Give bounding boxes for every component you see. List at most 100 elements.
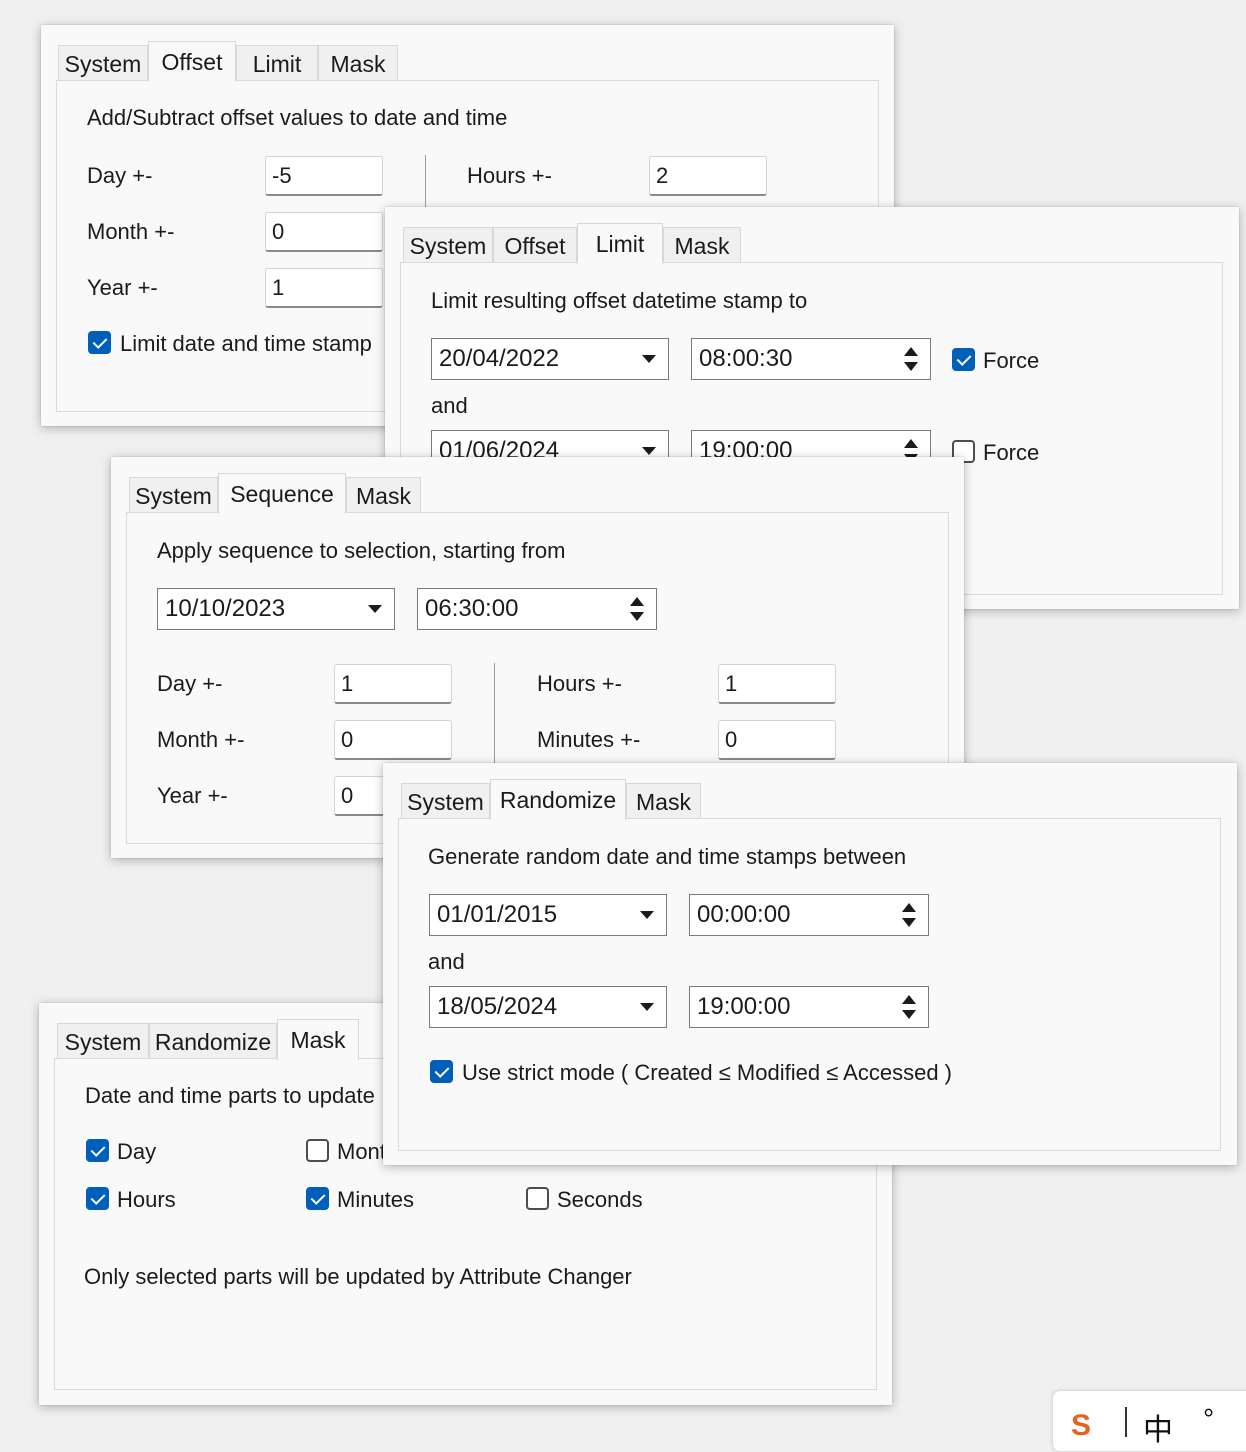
minutes-checkbox-label: Minutes [337, 1187, 415, 1212]
mask-tabbar: System Randomize Mask [57, 1019, 377, 1060]
limit-checkbox[interactable] [88, 331, 111, 354]
spin-down-icon[interactable] [902, 1010, 916, 1019]
day-label: Day +- [157, 671, 223, 696]
chevron-down-icon[interactable] [642, 447, 656, 455]
from-date-value: 01/01/2015 [437, 901, 558, 928]
limit-heading: Limit resulting offset datetime stamp to [431, 288, 808, 313]
year-field[interactable]: 1 [265, 268, 383, 308]
ime-logo-icon: S [1071, 1409, 1092, 1442]
hours-checkbox-label: Hours [117, 1187, 176, 1212]
hours-field[interactable]: 2 [649, 156, 767, 196]
chevron-down-icon[interactable] [368, 605, 382, 613]
sequence-heading: Apply sequence to selection, starting fr… [157, 538, 566, 563]
month-field[interactable]: 0 [265, 212, 383, 252]
tab-mask[interactable]: Mask [277, 1019, 359, 1060]
input-method-tray[interactable]: S 中 ° [1052, 1390, 1246, 1452]
offset-heading: Add/Subtract offset values to date and t… [87, 105, 508, 130]
start-date-value: 10/10/2023 [165, 595, 286, 622]
tab-offset[interactable]: Offset [493, 227, 577, 263]
offset-tabbar: System Offset Limit Mask [58, 41, 458, 82]
to-time-value: 19:00:00 [697, 993, 791, 1020]
chevron-down-icon[interactable] [640, 1003, 654, 1011]
limit-tabbar: System Offset Limit Mask [403, 223, 763, 264]
day-field[interactable]: -5 [265, 156, 383, 196]
from-time-value: 00:00:00 [697, 901, 791, 928]
limit-checkbox-label: Limit date and time stamp [120, 331, 372, 356]
tab-sequence[interactable]: Sequence [218, 473, 346, 514]
tab-mask[interactable]: Mask [663, 227, 741, 263]
seconds-checkbox[interactable] [526, 1187, 549, 1210]
month-checkbox-label: Mont [337, 1139, 386, 1164]
punctuation-icon[interactable]: ° [1203, 1403, 1214, 1435]
tab-limit[interactable]: Limit [577, 223, 663, 264]
hours-field[interactable]: 1 [718, 664, 836, 704]
spin-up-icon[interactable] [904, 347, 918, 356]
tab-system[interactable]: System [129, 477, 218, 513]
offset-divider [425, 155, 426, 215]
sequence-divider [494, 663, 495, 763]
tab-randomize[interactable]: Randomize [149, 1023, 277, 1059]
from-time-value: 08:00:30 [699, 345, 793, 372]
mask-heading: Date and time parts to update [85, 1083, 375, 1108]
spin-up-icon[interactable] [904, 439, 918, 448]
from-time-spinner[interactable]: 00:00:00 [689, 894, 929, 936]
spin-down-icon[interactable] [902, 918, 916, 927]
tab-offset[interactable]: Offset [148, 41, 236, 82]
to-time-spinner[interactable]: 19:00:00 [689, 986, 929, 1028]
tab-randomize[interactable]: Randomize [490, 779, 626, 820]
from-date-combo[interactable]: 01/01/2015 [429, 894, 667, 936]
minutes-checkbox[interactable] [306, 1187, 329, 1210]
tab-system[interactable]: System [401, 783, 490, 819]
sequence-tabbar: System Sequence Mask [129, 473, 449, 514]
tab-system[interactable]: System [403, 227, 493, 263]
year-label: Year +- [87, 275, 158, 300]
tab-system[interactable]: System [57, 1023, 149, 1059]
from-time-spinner[interactable]: 08:00:30 [691, 338, 931, 380]
spin-down-icon[interactable] [904, 362, 918, 371]
minutes-field[interactable]: 0 [718, 720, 836, 760]
from-force-checkbox[interactable] [952, 348, 975, 371]
start-time-spinner[interactable]: 06:30:00 [417, 588, 657, 630]
mask-footer: Only selected parts will be updated by A… [84, 1264, 632, 1289]
randomize-panel: System Randomize Mask Generate random da… [383, 763, 1237, 1165]
randomize-heading: Generate random date and time stamps bet… [428, 844, 907, 869]
day-checkbox-label: Day [117, 1139, 157, 1164]
strict-mode-checkbox[interactable] [430, 1060, 453, 1083]
from-date-value: 20/04/2022 [439, 345, 560, 372]
tray-divider [1125, 1407, 1127, 1437]
spin-up-icon[interactable] [902, 903, 916, 912]
chinese-mode-icon[interactable]: 中 [1143, 1405, 1173, 1449]
tab-limit[interactable]: Limit [236, 45, 318, 81]
chevron-down-icon[interactable] [640, 911, 654, 919]
to-date-combo[interactable]: 18/05/2024 [429, 986, 667, 1028]
start-time-value: 06:30:00 [425, 595, 519, 622]
month-checkbox[interactable] [306, 1139, 329, 1162]
month-label: Month +- [157, 727, 245, 752]
to-date-value: 18/05/2024 [437, 993, 558, 1020]
tab-system[interactable]: System [58, 45, 148, 81]
month-label: Month +- [87, 219, 175, 244]
from-force-label: Force [983, 348, 1040, 373]
seconds-checkbox-label: Seconds [557, 1187, 643, 1212]
minutes-label: Minutes +- [537, 727, 641, 752]
spin-up-icon[interactable] [902, 995, 916, 1004]
day-label: Day +- [87, 163, 153, 188]
strict-mode-label: Use strict mode ( Created ≤ Modified ≤ A… [462, 1060, 952, 1085]
month-field[interactable]: 0 [334, 720, 452, 760]
spin-down-icon[interactable] [630, 612, 644, 621]
start-date-combo[interactable]: 10/10/2023 [157, 588, 395, 630]
and-label: and [431, 393, 468, 418]
tab-mask[interactable]: Mask [346, 477, 421, 513]
day-checkbox[interactable] [86, 1139, 109, 1162]
day-field[interactable]: 1 [334, 664, 452, 704]
hours-label: Hours +- [467, 163, 552, 188]
hours-checkbox[interactable] [86, 1187, 109, 1210]
spin-up-icon[interactable] [630, 597, 644, 606]
tab-mask[interactable]: Mask [318, 45, 398, 81]
to-force-label: Force [983, 440, 1040, 465]
tab-mask[interactable]: Mask [626, 783, 701, 819]
chevron-down-icon[interactable] [642, 355, 656, 363]
from-date-combo[interactable]: 20/04/2022 [431, 338, 669, 380]
year-label: Year +- [157, 783, 228, 808]
randomize-tabbar: System Randomize Mask [401, 779, 721, 820]
